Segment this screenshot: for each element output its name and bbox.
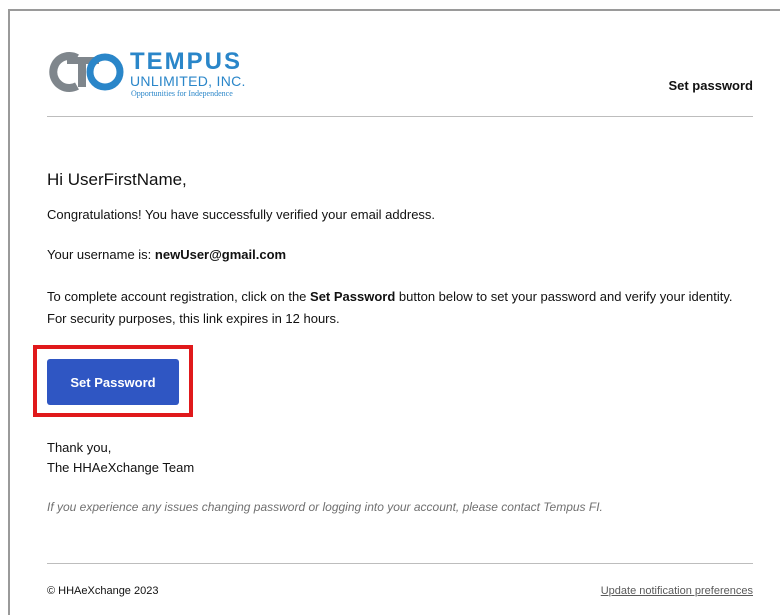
notification-preferences-link[interactable]: Update notification preferences xyxy=(601,585,753,597)
sign-off: Thank you, The HHAeXchange Team xyxy=(47,438,194,478)
support-note: If you experience any issues changing pa… xyxy=(47,500,603,514)
thanks-line: Thank you, xyxy=(47,440,112,455)
username-line: Your username is: newUser@gmail.com xyxy=(47,244,747,266)
logo-tagline: Opportunities for Independence xyxy=(131,89,233,98)
instruction-pre: To complete account registration, click … xyxy=(47,289,311,304)
logo-name: TEMPUS xyxy=(130,48,243,75)
team-signature: The HHAeXchange Team xyxy=(47,460,195,475)
instruction-text: To complete account registration, click … xyxy=(47,286,747,330)
instruction-bold: Set Password xyxy=(310,289,396,304)
header-title: Set password xyxy=(668,78,753,93)
greeting: Hi UserFirstName, xyxy=(47,170,187,189)
footer-divider xyxy=(47,563,753,564)
username-label: Your username is: xyxy=(47,247,155,262)
logo-subline: UNLIMITED, INC. xyxy=(130,73,246,89)
copyright-text: © HHAeXchange 2023 xyxy=(47,585,159,597)
company-logo: TEMPUS UNLIMITED, INC. Opportunities for… xyxy=(47,50,287,102)
set-password-button[interactable]: Set Password xyxy=(47,359,179,405)
logo-mark-icon xyxy=(49,52,124,92)
username-value: newUser@gmail.com xyxy=(154,247,287,262)
email-header: TEMPUS UNLIMITED, INC. Opportunities for… xyxy=(47,50,753,117)
verified-message: Congratulations! You have successfully v… xyxy=(47,207,436,222)
